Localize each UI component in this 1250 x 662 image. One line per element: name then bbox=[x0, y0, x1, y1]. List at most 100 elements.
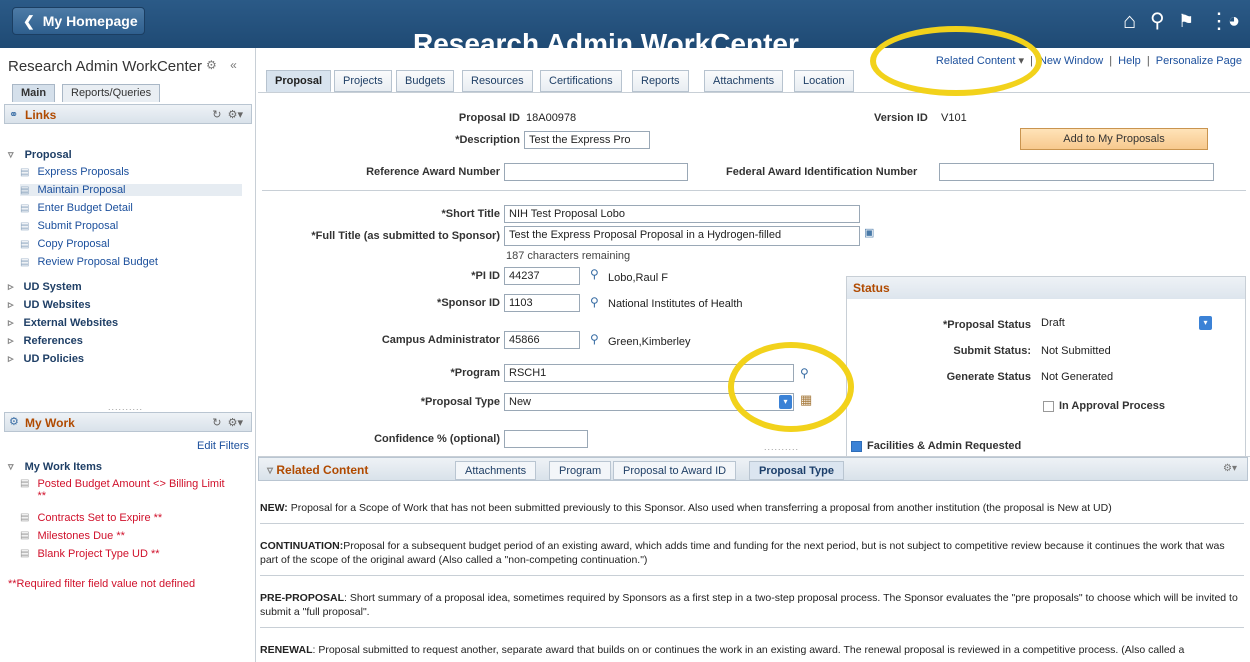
tab-budgets[interactable]: Budgets bbox=[396, 70, 455, 92]
confidence-input[interactable] bbox=[504, 430, 588, 448]
add-to-my-proposals-button[interactable]: Add to My Proposals bbox=[1020, 128, 1208, 150]
pagelet-options-icon[interactable]: ↻ ⚙▾ bbox=[212, 416, 243, 429]
new-window-link[interactable]: New Window bbox=[1039, 55, 1103, 67]
related-content-pane: ▿ Related Content Attachments Program Pr… bbox=[258, 456, 1250, 662]
expand-text-icon[interactable]: ▣ bbox=[864, 226, 874, 239]
related-tab-attachments[interactable]: Attachments bbox=[455, 461, 537, 480]
proposal-status-select[interactable]: Draft ▾ bbox=[1037, 315, 1213, 333]
tree-group-external-websites[interactable]: ▹ External Websites bbox=[8, 316, 118, 329]
help-link[interactable]: Help bbox=[1118, 55, 1141, 67]
proposal-type-select[interactable]: New ▾ bbox=[504, 393, 794, 411]
link-express-proposals[interactable]: ▤ Express Proposals bbox=[20, 166, 129, 178]
type-description-continuation: CONTINUATION:Proposal for a subsequent b… bbox=[260, 540, 1225, 566]
tree-group-ud-system[interactable]: ▹ UD System bbox=[8, 280, 82, 293]
in-approval-checkbox[interactable] bbox=[1043, 401, 1054, 412]
work-item-contracts-expire[interactable]: ▤ Contracts Set to Expire ** bbox=[20, 512, 162, 524]
dropdown-arrow-icon[interactable]: ▾ bbox=[779, 395, 792, 409]
related-tab-proposal-to-award[interactable]: Proposal to Award ID bbox=[613, 461, 737, 480]
full-title-label: *Full Title (as submitted to Sponsor) bbox=[311, 230, 500, 242]
campus-admin-name: Green,Kimberley bbox=[608, 336, 691, 348]
status-title: Status bbox=[847, 277, 1245, 299]
chevron-right-icon: ▹ bbox=[8, 299, 14, 311]
tab-attachments[interactable]: Attachments bbox=[704, 70, 784, 92]
facilities-admin-label: Facilities & Admin Requested bbox=[867, 440, 1022, 452]
links-icon: ⚭ bbox=[9, 109, 19, 121]
chevron-right-icon: ▹ bbox=[8, 317, 14, 329]
tab-reports[interactable]: Reports bbox=[632, 70, 689, 92]
tab-resources[interactable]: Resources bbox=[462, 70, 533, 92]
facilities-admin-checkbox[interactable] bbox=[851, 441, 862, 452]
page-icon: ▤ bbox=[20, 220, 30, 232]
link-maintain-proposal[interactable]: ▤ Maintain Proposal bbox=[20, 184, 242, 196]
tree-group-my-work-items[interactable]: ▿ My Work Items bbox=[8, 460, 102, 473]
pi-id-input[interactable]: 44237 bbox=[504, 267, 580, 285]
program-label: *Program bbox=[450, 367, 500, 379]
tab-location[interactable]: Location bbox=[794, 70, 854, 92]
tree-group-ud-policies[interactable]: ▹ UD Policies bbox=[8, 352, 84, 365]
work-item-milestones-due[interactable]: ▤ Milestones Due ** bbox=[20, 530, 125, 542]
proposal-status-label: *Proposal Status bbox=[942, 319, 1031, 331]
pane-options-icon[interactable]: ⚙▾ bbox=[1223, 463, 1237, 474]
tree-group-ud-websites[interactable]: ▹ UD Websites bbox=[8, 298, 91, 311]
chevron-left-icon: ❮ bbox=[23, 12, 35, 29]
page-icon: ▤ bbox=[20, 512, 30, 523]
program-lookup-search-icon[interactable]: ⚲ bbox=[800, 366, 809, 380]
tab-main[interactable]: Main bbox=[12, 84, 56, 102]
home-icon[interactable]: ⌂ bbox=[1123, 8, 1136, 34]
collapse-icon[interactable]: « bbox=[230, 58, 237, 72]
short-title-input[interactable]: NIH Test Proposal Lobo bbox=[504, 205, 860, 223]
work-item-budget-billing[interactable]: ▤ Posted Budget Amount <> Billing Limit *… bbox=[20, 478, 230, 502]
edit-filters-link[interactable]: Edit Filters bbox=[197, 440, 249, 452]
work-item-blank-project-type[interactable]: ▤ Blank Project Type UD ** bbox=[20, 548, 160, 560]
federal-award-id-input[interactable] bbox=[939, 163, 1214, 181]
refresh-icon[interactable]: ⚙ bbox=[206, 58, 217, 72]
full-title-input[interactable]: Test the Express Proposal Proposal in a … bbox=[504, 226, 860, 246]
related-tab-program[interactable]: Program bbox=[549, 461, 612, 480]
splitter-handle[interactable]: .......... bbox=[108, 402, 143, 412]
page-icon: ▤ bbox=[20, 184, 30, 196]
link-review-proposal-budget[interactable]: ▤ Review Proposal Budget bbox=[20, 256, 158, 268]
confidence-label: Confidence % (optional) bbox=[374, 433, 500, 445]
tree-group-proposal[interactable]: ▿ Proposal bbox=[8, 148, 72, 161]
pagelet-options-icon[interactable]: ↻ ⚙▾ bbox=[212, 108, 243, 121]
navbar-icon[interactable]: ◕ bbox=[1228, 8, 1240, 34]
dropdown-arrow-icon[interactable]: ▾ bbox=[1199, 316, 1212, 330]
generate-status-value: Not Generated bbox=[1041, 371, 1114, 383]
program-input[interactable]: RSCH1 bbox=[504, 364, 794, 382]
campus-admin-input[interactable]: 45866 bbox=[504, 331, 580, 349]
chevron-right-icon: ▹ bbox=[8, 353, 14, 365]
link-enter-budget-detail[interactable]: ▤ Enter Budget Detail bbox=[20, 202, 133, 214]
flag-icon[interactable]: ⚑ bbox=[1178, 8, 1194, 34]
federal-award-id-label: Federal Award Identification Number bbox=[726, 166, 918, 178]
sponsor-id-input[interactable]: 1103 bbox=[504, 294, 580, 312]
tab-reports-queries[interactable]: Reports/Queries bbox=[62, 84, 161, 102]
main-content: Related Content ▾ | New Window | Help | … bbox=[258, 48, 1250, 662]
tab-certifications[interactable]: Certifications bbox=[540, 70, 622, 92]
tab-projects[interactable]: Projects bbox=[334, 70, 392, 92]
my-homepage-button[interactable]: ❮ My Homepage bbox=[12, 7, 145, 35]
personalize-page-link[interactable]: Personalize Page bbox=[1156, 55, 1242, 67]
sponsor-lookup-search-icon[interactable]: ⚲ bbox=[590, 295, 599, 309]
link-copy-proposal[interactable]: ▤ Copy Proposal bbox=[20, 238, 110, 250]
chevron-down-icon[interactable]: ▿ bbox=[267, 463, 273, 477]
pi-lookup-search-icon[interactable]: ⚲ bbox=[590, 267, 599, 281]
related-tab-proposal-type[interactable]: Proposal Type bbox=[749, 461, 844, 480]
related-content-link[interactable]: Related Content bbox=[936, 55, 1016, 67]
link-submit-proposal[interactable]: ▤ Submit Proposal bbox=[20, 220, 118, 232]
header-banner: ❮ My Homepage Research Admin WorkCenter … bbox=[0, 0, 1250, 48]
search-icon[interactable]: ⚲ bbox=[1150, 8, 1165, 34]
more-actions-icon[interactable]: ⋮ bbox=[1208, 8, 1230, 34]
chevron-down-icon: ▾ bbox=[1018, 55, 1024, 67]
reference-award-input[interactable] bbox=[504, 163, 688, 181]
pi-id-label: *PI ID bbox=[471, 270, 500, 282]
splitter-handle[interactable]: .......... bbox=[764, 442, 799, 452]
description-input[interactable]: Test the Express Pro bbox=[524, 131, 650, 149]
related-content-icon[interactable]: ▦ bbox=[800, 392, 812, 408]
tree-group-references[interactable]: ▹ References bbox=[8, 334, 83, 347]
page-icon: ▤ bbox=[20, 548, 30, 559]
campus-admin-lookup-search-icon[interactable]: ⚲ bbox=[590, 332, 599, 346]
tab-proposal[interactable]: Proposal bbox=[266, 70, 332, 92]
generate-status-label: Generate Status bbox=[946, 371, 1031, 383]
page-icon: ▤ bbox=[20, 478, 30, 489]
home-button-label: My Homepage bbox=[42, 13, 138, 29]
